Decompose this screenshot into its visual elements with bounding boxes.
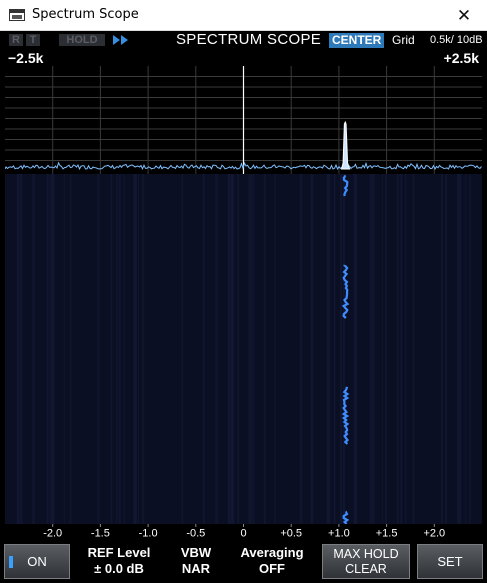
- axis-tick-label: -2.0: [43, 528, 62, 540]
- axis-tick-label: -0.5: [186, 528, 205, 540]
- vbw-value: NAR: [181, 561, 211, 576]
- max-hold-clear-button[interactable]: MAX HOLD CLEAR: [322, 544, 410, 579]
- set-button-label: SET: [437, 554, 463, 569]
- vbw-control[interactable]: VBW NAR: [172, 545, 220, 577]
- axis-tick-label: -1.5: [91, 528, 110, 540]
- span-right-label: +2.5k: [443, 50, 479, 66]
- center-mode-badge: CENTER: [329, 33, 385, 48]
- window-title: Spectrum Scope: [32, 7, 139, 22]
- clear-label: CLEAR: [345, 561, 387, 576]
- close-button[interactable]: ✕: [441, 0, 487, 31]
- app-window-icon: [9, 9, 25, 21]
- waterfall-panel: [5, 174, 482, 524]
- on-indicator-led: [9, 556, 13, 568]
- grid-value: 0.5k/ 10dB: [430, 34, 483, 46]
- double-chevron-right-icon: [113, 35, 128, 45]
- t-indicator: T: [26, 34, 40, 46]
- close-icon: ✕: [456, 5, 472, 26]
- spectrum-scope-display[interactable]: -2.0 -1.5 -1.0 -0.5 0 +0.5 +1.0 +1.5 +2.0: [5, 66, 482, 541]
- ref-level-label: REF Level: [87, 545, 151, 560]
- axis-tick-label: +1.5: [376, 528, 398, 540]
- max-hold-label: MAX HOLD: [333, 546, 399, 561]
- r-indicator: R: [9, 34, 23, 46]
- scope-title: SPECTRUM SCOPE: [176, 31, 322, 48]
- vbw-label: VBW: [180, 545, 212, 560]
- axis-tick-label: -1.0: [139, 528, 158, 540]
- scope-status-bar: R T HOLD SPECTRUM SCOPE CENTER Grid 0.5k…: [4, 31, 483, 49]
- axis-tick-label: +2.0: [423, 528, 445, 540]
- ref-level-value: ± 0.0 dB: [94, 561, 144, 576]
- span-left-label: −2.5k: [8, 50, 44, 66]
- ref-level-control[interactable]: REF Level ± 0.0 dB: [82, 545, 156, 577]
- averaging-label: Averaging: [240, 545, 304, 560]
- on-button[interactable]: ON: [4, 544, 70, 579]
- averaging-value: OFF: [259, 561, 285, 576]
- grid-label: Grid: [392, 33, 415, 47]
- axis-tick-label: +0.5: [280, 528, 302, 540]
- hold-indicator: HOLD: [59, 34, 105, 46]
- on-button-label: ON: [27, 554, 47, 569]
- averaging-control[interactable]: Averaging OFF: [230, 545, 314, 577]
- set-button[interactable]: SET: [417, 544, 483, 579]
- title-bar: Spectrum Scope ✕: [0, 0, 487, 31]
- axis-tick-label: +1.0: [328, 528, 350, 540]
- axis-tick-label: 0: [240, 528, 246, 540]
- control-bar: ON REF Level ± 0.0 dB VBW NAR Averaging …: [0, 541, 487, 583]
